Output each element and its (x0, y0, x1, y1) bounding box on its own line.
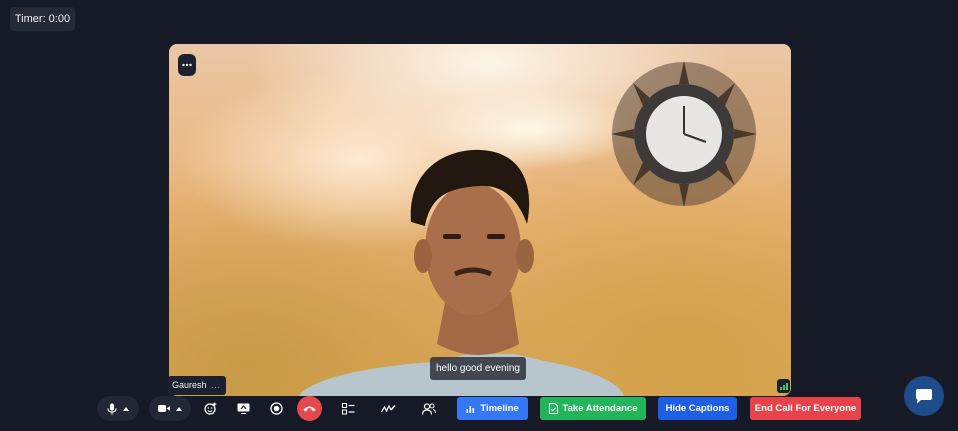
microphone-icon (107, 403, 117, 414)
live-caption: hello good evening (430, 357, 526, 380)
take-attendance-label: Take Attendance (562, 403, 638, 414)
poll-button[interactable] (336, 396, 361, 421)
phone-hang-up-icon (303, 406, 316, 412)
chat-button[interactable] (904, 376, 944, 416)
camera-control[interactable] (149, 396, 191, 421)
hide-captions-label: Hide Captions (665, 403, 730, 414)
timeline-button[interactable]: Timeline (457, 397, 528, 420)
caret-up-icon[interactable] (123, 406, 129, 411)
bar-chart-icon (466, 405, 475, 413)
more-horizontal-icon (182, 63, 192, 67)
screen-share-button[interactable] (231, 396, 256, 421)
end-call-for-everyone-button[interactable]: End Call For Everyone (750, 397, 861, 420)
chat-bubble-icon (916, 389, 932, 404)
participant-name-tag: Gauresh … (168, 376, 226, 395)
end-call-label: End Call For Everyone (754, 403, 857, 414)
emoji-add-icon (204, 402, 217, 415)
tile-options-button[interactable] (178, 54, 196, 76)
screen-share-icon (237, 403, 250, 414)
microphone-control[interactable] (97, 396, 139, 421)
wall-clock-image (611, 61, 757, 207)
participant-menu-icon[interactable]: … (211, 376, 221, 395)
document-check-icon (548, 403, 558, 414)
whiteboard-button[interactable] (376, 396, 401, 421)
network-signal-icon (777, 379, 790, 393)
people-icon (421, 402, 436, 415)
video-camera-icon (158, 405, 170, 412)
participant-video-tile[interactable] (169, 44, 791, 396)
timeline-label: Timeline (480, 403, 519, 414)
record-button[interactable] (264, 396, 289, 421)
participants-button[interactable] (416, 396, 441, 421)
participant-video-feed (299, 61, 757, 396)
caret-up-icon[interactable] (176, 406, 182, 411)
participant-name: Gauresh (172, 380, 207, 390)
scribble-pen-icon (381, 404, 396, 413)
call-timer: Timer: 0:00 (10, 7, 75, 31)
record-icon (270, 402, 283, 415)
hide-captions-button[interactable]: Hide Captions (658, 397, 737, 420)
reactions-button[interactable] (198, 396, 223, 421)
leave-call-button[interactable] (297, 396, 322, 421)
list-check-icon (342, 402, 355, 414)
take-attendance-button[interactable]: Take Attendance (540, 397, 646, 420)
